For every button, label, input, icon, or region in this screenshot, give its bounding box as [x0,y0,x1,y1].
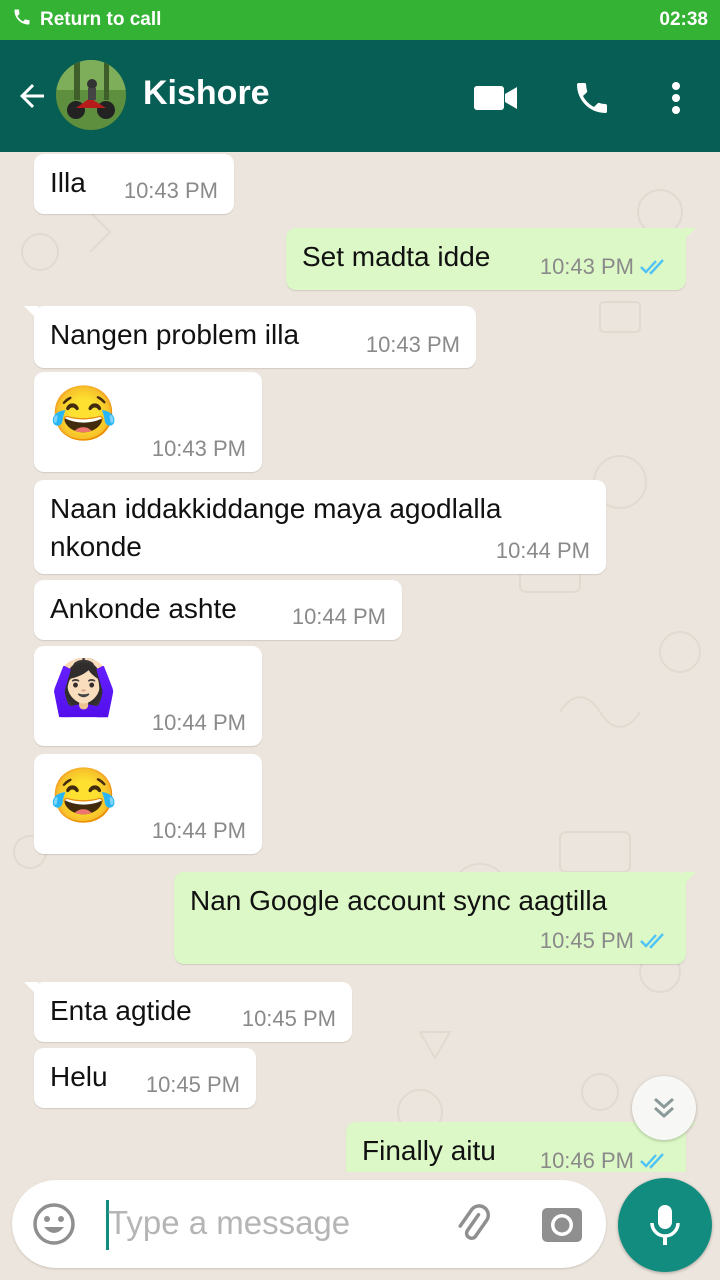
message-input[interactable]: Type a message [108,1204,350,1242]
scroll-to-bottom-button[interactable] [632,1076,696,1140]
message-time: 10:44 PM [151,710,246,735]
message-time: 10:45 PM [241,1006,336,1031]
message-bubble-incoming[interactable]: Ankonde ashte 10:44 PM [34,580,402,640]
message-time: 10:44 PM [291,604,386,629]
phone-icon [12,7,32,33]
double-check-icon [640,1153,664,1169]
message-bubble-outgoing[interactable]: Finally aitu 10:46 PM [346,1122,696,1172]
message-bubble-incoming[interactable]: Helu 10:45 PM [34,1048,256,1108]
message-text: Nan Google account sync aagtilla [190,885,608,916]
message-bubble-incoming[interactable]: 🙆🏻‍♀️ 10:44 PM [34,646,262,746]
message-bubble-outgoing[interactable]: Nan Google account sync aagtilla 10:45 P… [174,872,696,964]
voice-call-icon[interactable] [570,76,614,120]
message-time: 10:43 PM [123,178,218,203]
avatar[interactable] [56,60,126,130]
message-time: 10:45 PM [539,928,634,953]
mic-icon [650,1205,680,1245]
more-vert-icon[interactable] [654,76,698,120]
message-time: 10:46 PM [539,1148,634,1172]
message-bubble-incoming[interactable]: 😂 10:43 PM [34,372,262,472]
message-time: 10:43 PM [151,436,246,461]
message-meta: 10:45 PM [540,928,670,954]
message-bubble-incoming[interactable]: Nangen problem illa 10:43 PM [24,306,476,368]
message-bubble-incoming[interactable]: Enta agtide 10:45 PM [24,982,352,1042]
contact-name[interactable]: Kishore [143,74,270,113]
return-to-call-bar[interactable]: Return to call 02:38 [0,0,720,40]
message-bubble-incoming[interactable]: Naan iddakkiddange maya agodlalla nkonde… [34,480,606,574]
message-time: 10:45 PM [145,1072,240,1097]
return-to-call-label: Return to call [40,9,162,30]
bubble-tail [682,228,696,242]
status-time: 02:38 [659,9,708,30]
message-meta: 10:43 PM [540,254,670,280]
emoji-icon[interactable] [32,1202,76,1251]
double-check-icon [640,933,664,949]
video-call-icon[interactable] [474,76,518,120]
camera-icon[interactable] [540,1202,584,1251]
message-time: 10:44 PM [151,818,246,843]
message-meta: 10:46 PM [540,1148,670,1172]
double-check-icon [640,259,664,275]
message-bubble-incoming[interactable]: 😂 10:44 PM [34,754,262,854]
chat-area[interactable]: Illa 10:43 PM Set madta idde 10:43 PM Na… [0,152,720,1172]
message-time: 10:43 PM [365,332,460,357]
chat-header: Kishore [0,40,720,152]
message-bubble-outgoing[interactable]: Set madta idde 10:43 PM [286,228,696,290]
bubble-tail [682,872,696,886]
message-input-bar: Type a message [12,1180,606,1268]
bubble-tail [24,982,38,996]
bubble-tail [24,306,38,320]
voice-record-button[interactable] [618,1178,712,1272]
message-bubble-incoming[interactable]: Illa 10:43 PM [34,154,234,214]
message-time: 10:44 PM [495,538,590,563]
attach-icon[interactable] [450,1202,494,1251]
back-arrow-icon[interactable] [14,78,50,114]
message-time: 10:43 PM [539,254,634,279]
chevron-double-down-icon [654,1097,674,1119]
